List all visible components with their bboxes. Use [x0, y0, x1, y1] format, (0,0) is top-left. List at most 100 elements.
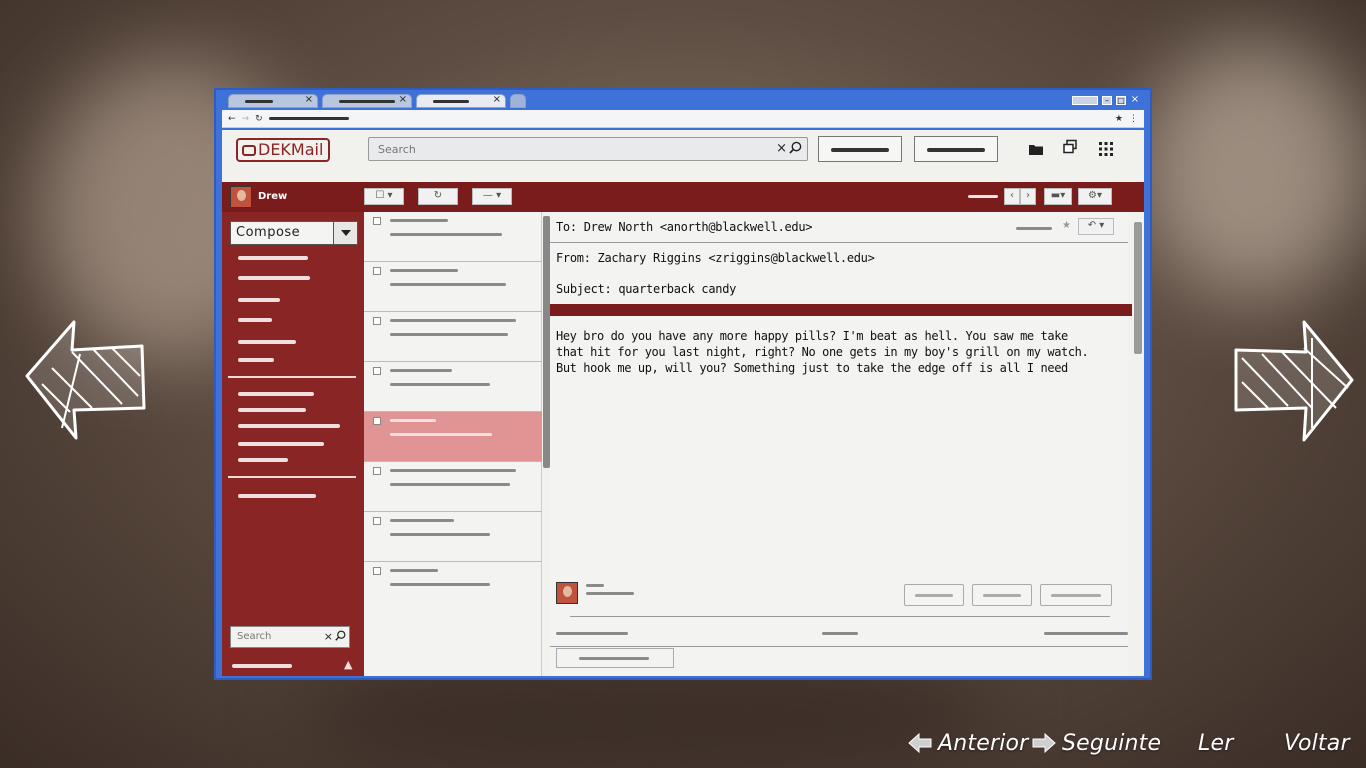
- sidebar-divider: [228, 376, 356, 378]
- logo-text: DEKMail: [258, 140, 324, 159]
- bookmark-star-icon[interactable]: ★: [1115, 114, 1123, 124]
- email-date: [1016, 227, 1052, 230]
- sidebar-label[interactable]: [238, 424, 340, 428]
- clear-search-icon[interactable]: ×: [776, 141, 787, 156]
- app-logo[interactable]: DEKMail: [236, 138, 330, 162]
- email-to: To: Drew North <anorth@blackwell.edu>: [556, 220, 813, 234]
- sidebar-label[interactable]: [238, 392, 314, 396]
- next-page-button[interactable]: ›: [1020, 188, 1036, 205]
- nav-next-label: Seguinte: [1062, 730, 1162, 756]
- header-button-1[interactable]: [818, 136, 902, 162]
- previous-arrow-icon[interactable]: [22, 318, 147, 443]
- background-blur: [1140, 40, 1366, 300]
- compose-label: Compose: [236, 225, 301, 240]
- search-input[interactable]: Search ×: [368, 137, 808, 161]
- list-item[interactable]: [364, 462, 542, 512]
- sender-name: [586, 584, 604, 587]
- forward-button[interactable]: [1040, 584, 1112, 606]
- search-icon[interactable]: [789, 141, 802, 154]
- more-dropdown[interactable]: — ▾: [472, 188, 512, 205]
- nav-previous-label: Anterior: [938, 730, 1029, 756]
- clear-search-icon[interactable]: ×: [324, 630, 333, 643]
- nav-next[interactable]: Seguinte: [1032, 726, 1161, 760]
- list-item[interactable]: [364, 212, 542, 262]
- list-item-selected[interactable]: [364, 412, 542, 462]
- sidebar-label[interactable]: [238, 408, 306, 412]
- maximize-button[interactable]: □: [1116, 96, 1126, 105]
- nav-read-label: Ler: [1198, 730, 1234, 756]
- list-item[interactable]: [364, 562, 542, 612]
- email-from: From: Zachary Riggins <zriggins@blackwel…: [556, 251, 875, 265]
- pane-scrollbar[interactable]: [1134, 222, 1142, 354]
- window-controls: – □ ×: [1072, 95, 1140, 105]
- sidebar-label[interactable]: [238, 458, 288, 462]
- nav-back[interactable]: Voltar: [1284, 726, 1350, 760]
- apps-grid-icon[interactable]: [1098, 141, 1114, 157]
- browser-tab-active[interactable]: ×: [416, 94, 506, 108]
- next-arrow-icon[interactable]: [1232, 318, 1357, 443]
- reply-dropdown[interactable]: ↶ ▾: [1078, 218, 1114, 235]
- url-text: [268, 117, 349, 120]
- list-item[interactable]: [364, 312, 542, 362]
- play-button[interactable]: [972, 584, 1032, 606]
- right-arrow-icon: [1032, 733, 1056, 753]
- user-name: Drew: [258, 191, 288, 202]
- left-arrow-icon: [908, 733, 932, 753]
- list-item[interactable]: [364, 512, 542, 562]
- list-scrollbar[interactable]: [543, 216, 550, 468]
- sidebar-label[interactable]: [238, 442, 324, 446]
- footer-text: [1044, 632, 1128, 635]
- close-button[interactable]: ×: [1130, 95, 1140, 105]
- sidebar-item[interactable]: [238, 358, 274, 362]
- windows-icon[interactable]: [1062, 139, 1078, 155]
- sidebar-search-input[interactable]: Search ×: [230, 626, 350, 648]
- search-placeholder: Search: [378, 143, 416, 156]
- sidebar-item[interactable]: [238, 318, 272, 322]
- sender-info: [586, 592, 634, 595]
- view-dropdown[interactable]: ▬▾: [1044, 188, 1072, 205]
- refresh-button[interactable]: ↻: [418, 188, 458, 205]
- sidebar-item[interactable]: [238, 298, 280, 302]
- browser-menu-icon[interactable]: ⋮: [1129, 114, 1138, 124]
- search-icon[interactable]: [335, 630, 346, 641]
- address-bar[interactable]: ← → ↻ ★ ⋮: [222, 110, 1144, 128]
- chat-bar[interactable]: [556, 648, 674, 668]
- browser-window: × × × – □ × ← → ↻ ★ ⋮ DEKMail Search × D…: [214, 88, 1152, 680]
- sidebar-divider: [228, 476, 356, 478]
- nav-previous[interactable]: Anterior: [908, 726, 1028, 760]
- forward-icon[interactable]: →: [242, 114, 250, 124]
- sidebar: Compose Search × ▲: [222, 212, 364, 676]
- star-icon[interactable]: ★: [1062, 220, 1071, 231]
- mail-app: DEKMail Search × Drew ☐ ▾ ↻ — ▾ ‹ › ▬▾ ⚙…: [222, 130, 1144, 676]
- page-count: [968, 195, 998, 198]
- reading-pane: To: Drew North <anorth@blackwell.edu> ★ …: [550, 212, 1132, 676]
- sidebar-item[interactable]: [238, 494, 316, 498]
- reload-icon[interactable]: ↻: [255, 114, 263, 124]
- folder-icon[interactable]: [1028, 141, 1044, 157]
- settings-dropdown[interactable]: ⚙▾: [1078, 188, 1112, 205]
- toolbar-strip: Drew ☐ ▾ ↻ — ▾ ‹ › ▬▾ ⚙▾: [222, 182, 1144, 212]
- email-subject: Subject: quarterback candy: [556, 282, 737, 296]
- sidebar-item[interactable]: [238, 256, 308, 260]
- compose-button[interactable]: Compose: [230, 221, 358, 245]
- new-tab-button[interactable]: [510, 94, 526, 108]
- select-checkbox-dropdown[interactable]: ☐ ▾: [364, 188, 404, 205]
- header-button-2[interactable]: [914, 136, 998, 162]
- list-item[interactable]: [364, 262, 542, 312]
- sidebar-item[interactable]: [238, 276, 310, 280]
- browser-tab[interactable]: ×: [322, 94, 412, 108]
- browser-tab[interactable]: ×: [228, 94, 318, 108]
- list-item[interactable]: [364, 362, 542, 412]
- sidebar-search-placeholder: Search: [237, 631, 272, 642]
- star-button[interactable]: [904, 584, 964, 606]
- prev-page-button[interactable]: ‹: [1004, 188, 1020, 205]
- warning-icon[interactable]: ▲: [344, 658, 352, 671]
- back-icon[interactable]: ←: [228, 114, 236, 124]
- minimize-button[interactable]: –: [1102, 96, 1112, 105]
- footer-text: [822, 632, 858, 635]
- avatar[interactable]: [230, 186, 252, 208]
- nav-read[interactable]: Ler: [1198, 726, 1233, 760]
- email-body: Hey bro do you have any more happy pills…: [556, 329, 1089, 375]
- sidebar-item[interactable]: [238, 340, 296, 344]
- compose-dropdown-icon[interactable]: [333, 222, 357, 244]
